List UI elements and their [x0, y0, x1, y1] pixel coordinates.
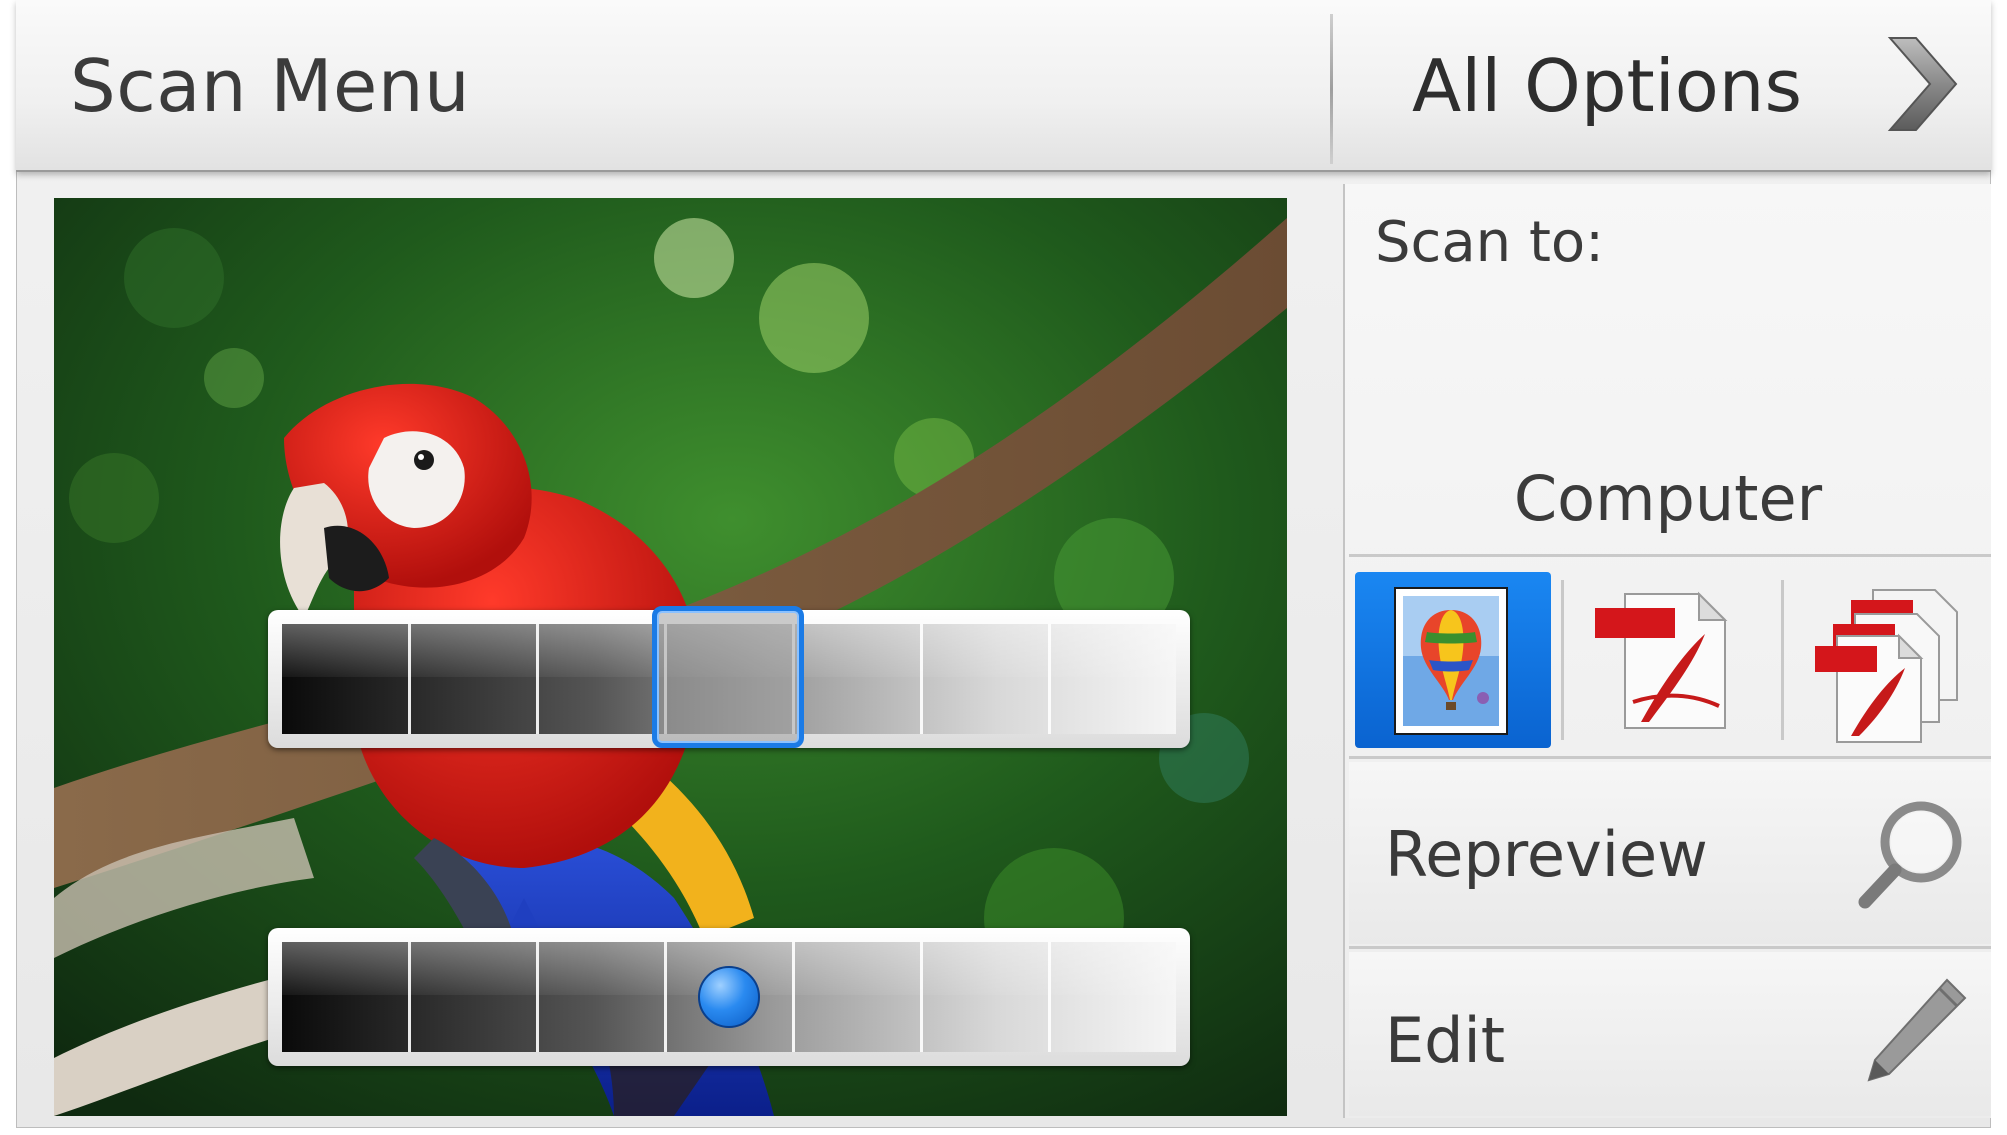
edit-label: Edit [1385, 1004, 1506, 1077]
chevron-right-icon [1887, 37, 1958, 131]
scan-to-label: Scan to: [1375, 210, 1605, 275]
header-bar: Scan Menu All Options [16, 0, 1991, 172]
slider-knob[interactable] [698, 966, 760, 1028]
pdf-document-icon [1595, 591, 1728, 729]
slider-tick [408, 624, 411, 734]
slider-tick [1048, 624, 1051, 734]
slider-tick [536, 624, 539, 734]
exposure-slider-top[interactable] [268, 606, 1190, 748]
format-photo-button[interactable] [1355, 572, 1551, 748]
all-options-label: All Options [1412, 44, 1802, 128]
slider-tick [920, 942, 923, 1052]
slider-selected-segment[interactable] [652, 606, 804, 748]
photo-balloon-icon [1394, 587, 1508, 735]
exposure-slider-bottom[interactable] [268, 928, 1190, 1066]
multi-pdf-icon [1815, 589, 1958, 743]
slider-tick [664, 942, 667, 1052]
divider [1349, 554, 1991, 557]
slider-tick [536, 942, 539, 1052]
divider [1349, 946, 1991, 949]
pencil-icon [1867, 978, 1967, 1082]
scan-preview-image [54, 198, 1287, 1116]
repreview-label: Repreview [1385, 818, 1708, 891]
slider-tick [1048, 942, 1051, 1052]
scan-to-panel: Scan to: Computer Repreview Edit [1343, 184, 1991, 1118]
format-selector [1349, 566, 1991, 754]
edit-button[interactable]: Edit [1349, 952, 1991, 1116]
repreview-button[interactable]: Repreview [1349, 762, 1991, 944]
format-multi-pdf-button[interactable] [1793, 572, 1989, 748]
slider-tick [920, 624, 923, 734]
magnifier-icon [1858, 801, 1962, 909]
destination-label[interactable]: Computer [1345, 462, 1991, 535]
page-title: Scan Menu [70, 44, 471, 128]
all-options-button[interactable]: All Options [1352, 0, 1991, 170]
divider [1781, 580, 1784, 740]
divider [1561, 580, 1564, 740]
format-pdf-button[interactable] [1573, 572, 1769, 748]
divider [1349, 756, 1991, 759]
header-divider [1330, 14, 1333, 164]
slider-tick [408, 942, 411, 1052]
slider-tick [792, 942, 795, 1052]
